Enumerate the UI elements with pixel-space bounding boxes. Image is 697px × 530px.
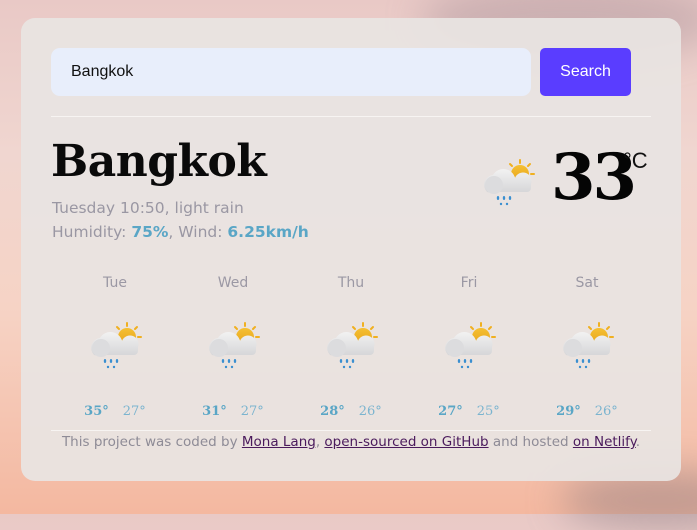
github-link[interactable]: open-sourced on GitHub — [324, 434, 488, 450]
partly-cloudy-rain-icon — [322, 321, 382, 371]
current-temperature: 33 — [551, 140, 637, 215]
forecast-max-temp: 35° — [84, 404, 109, 419]
partly-cloudy-rain-icon — [440, 321, 500, 371]
temperature-unit[interactable]: °C — [623, 148, 648, 174]
partly-cloudy-rain-icon — [86, 321, 146, 371]
forecast-min-temp: 25° — [476, 404, 500, 419]
forecast-min-temp: 26° — [358, 404, 382, 419]
forecast-max-temp: 28° — [320, 404, 345, 419]
wind-label: , Wind: — [168, 223, 228, 241]
forecast-day-name: Thu — [337, 275, 365, 291]
footer: This project was coded by Mona Lang, ope… — [51, 434, 651, 450]
forecast-max-temp: 29° — [556, 404, 581, 419]
forecast-min-temp: 27° — [240, 404, 264, 419]
netlify-link[interactable]: on Netlify — [573, 434, 636, 450]
forecast-day-name: Wed — [217, 275, 249, 291]
author-link[interactable]: Mona Lang — [242, 434, 316, 450]
forecast-day: Sat 29° 26° — [528, 273, 646, 423]
forecast-max-temp: 27° — [438, 404, 463, 419]
forecast-day-name: Tue — [103, 275, 127, 291]
date-description: Tuesday 10:50, light rain — [52, 199, 244, 217]
footer-divider — [51, 430, 651, 431]
forecast-row: Tue 35° 27° Wed 31° 27° Thu 28° 26° Fri 27°… — [56, 273, 646, 423]
forecast-day: Fri 27° 25° — [410, 273, 528, 423]
forecast-min-temp: 27° — [122, 404, 146, 419]
conditions-line: Humidity: 75%, Wind: 6.25km/h — [52, 223, 309, 241]
forecast-day-name: Fri — [460, 275, 478, 291]
city-search-input[interactable] — [51, 48, 531, 96]
city-name: Bangkok — [51, 136, 267, 187]
forecast-day: Thu 28° 26° — [292, 273, 410, 423]
partly-cloudy-rain-icon — [479, 158, 539, 208]
weather-card: Search Bangkok Tuesday 10:50, light rain… — [21, 18, 681, 481]
partly-cloudy-rain-icon — [558, 321, 618, 371]
forecast-day: Tue 35° 27° — [56, 273, 174, 423]
forecast-max-temp: 31° — [202, 404, 227, 419]
humidity-label: Humidity: — [52, 223, 132, 241]
forecast-day-name: Sat — [575, 275, 599, 291]
humidity-value: 75% — [131, 223, 169, 241]
footer-text: and hosted — [488, 434, 573, 450]
footer-text: . — [635, 434, 641, 450]
forecast-min-temp: 26° — [594, 404, 618, 419]
partly-cloudy-rain-icon — [204, 321, 264, 371]
header-divider — [51, 116, 651, 117]
forecast-day: Wed 31° 27° — [174, 273, 292, 423]
footer-text: This project was coded by — [61, 434, 242, 450]
search-button[interactable]: Search — [540, 48, 631, 96]
wind-value: 6.25km/h — [227, 223, 309, 241]
